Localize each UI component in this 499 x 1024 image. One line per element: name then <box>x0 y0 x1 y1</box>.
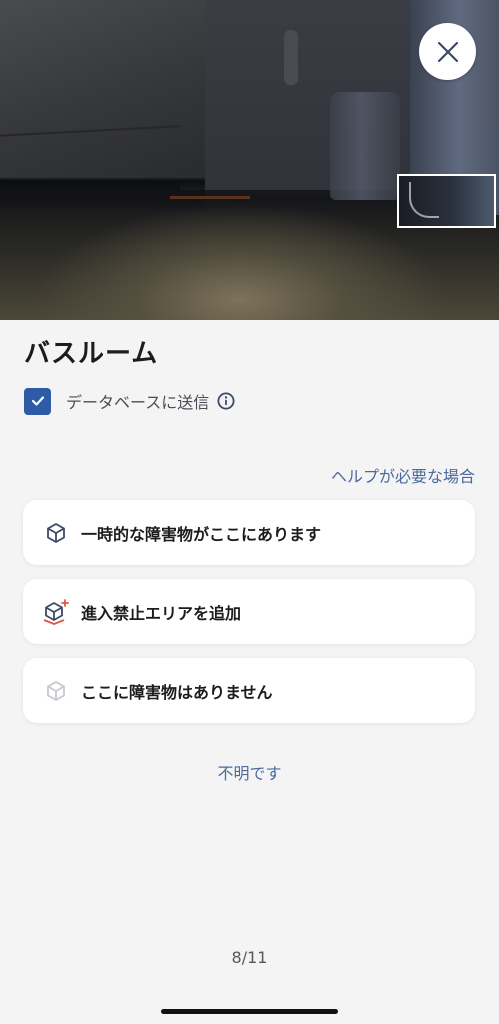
home-indicator <box>161 1009 338 1014</box>
option-label: 進入禁止エリアを追加 <box>81 603 242 623</box>
option-add-no-go-zone[interactable]: 進入禁止エリアを追加 <box>23 579 475 644</box>
cube-outline-faded-icon <box>43 678 69 704</box>
obstacle-thumbnail[interactable] <box>397 174 496 228</box>
obstacle-review-screen: バスルーム データベースに送信 ヘルプが必要な場合 一時的な障害物がここにありま… <box>0 0 499 1024</box>
camera-photo <box>0 0 499 320</box>
photo-cabinet-shadow <box>0 180 205 210</box>
send-to-database-row[interactable]: データベースに送信 <box>24 387 235 415</box>
unknown-link[interactable]: 不明です <box>0 760 499 784</box>
close-icon <box>437 41 458 62</box>
option-label: ここに障害物はありません <box>81 682 273 702</box>
photo-cabinet <box>0 0 205 180</box>
option-label: 一時的な障害物がここにあります <box>81 524 322 544</box>
page-indicator: 8/11 <box>231 948 268 967</box>
photo-pipe <box>284 30 298 85</box>
cube-plus-icon <box>43 598 69 625</box>
photo-bin <box>330 92 400 200</box>
info-icon[interactable] <box>217 392 235 410</box>
option-no-obstacle[interactable]: ここに障害物はありません <box>23 658 475 723</box>
send-to-database-checkbox[interactable] <box>24 387 51 415</box>
send-to-database-label: データベースに送信 <box>66 393 210 412</box>
thumbnail-cable <box>409 182 439 218</box>
checkmark-icon <box>31 396 44 406</box>
close-button[interactable] <box>419 23 476 80</box>
help-link[interactable]: ヘルプが必要な場合 <box>331 463 475 487</box>
photo-floor-strip <box>170 196 250 199</box>
option-temporary-obstacle[interactable]: 一時的な障害物がここにあります <box>23 500 475 565</box>
cube-icon <box>43 520 69 546</box>
room-title: バスルーム <box>24 339 159 369</box>
